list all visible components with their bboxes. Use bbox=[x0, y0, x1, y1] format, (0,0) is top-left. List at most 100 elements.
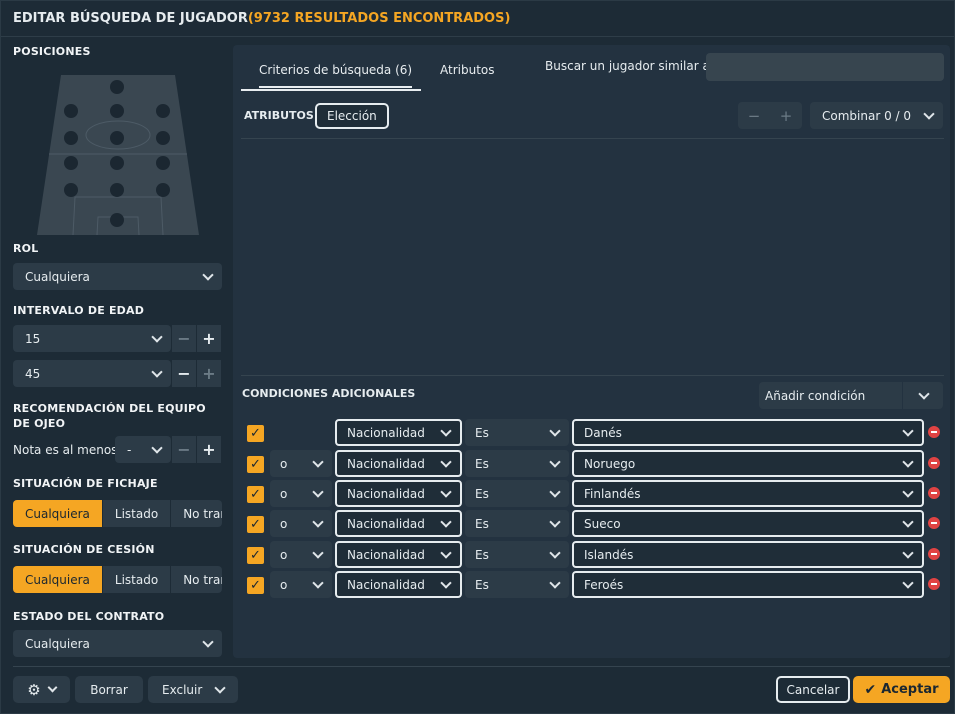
condition-operator-dropdown[interactable]: Es bbox=[465, 510, 569, 537]
add-condition-button[interactable]: Añadir condición bbox=[759, 382, 902, 409]
reset-button[interactable]: Borrar bbox=[75, 676, 143, 703]
remove-condition-icon[interactable] bbox=[928, 548, 940, 560]
remove-condition-icon[interactable] bbox=[928, 487, 940, 499]
condition-field-value: Nacionalidad bbox=[347, 577, 425, 592]
contract-status-dropdown[interactable]: Cualquiera bbox=[13, 630, 222, 657]
transfer-option-not-transferable[interactable]: No transferible bbox=[171, 500, 222, 527]
tab-attributes[interactable]: Atributos bbox=[440, 63, 495, 77]
condition-checkbox[interactable]: ✓ bbox=[247, 486, 264, 503]
rating-dropdown[interactable]: - bbox=[115, 436, 171, 463]
age-max-decrement[interactable]: − bbox=[172, 360, 196, 387]
age-min-row: 15 − + bbox=[13, 325, 222, 352]
chevron-down-icon bbox=[549, 515, 561, 528]
age-min-decrement[interactable]: − bbox=[172, 325, 196, 352]
condition-connector-dropdown[interactable]: o bbox=[270, 450, 332, 477]
condition-checkbox[interactable]: ✓ bbox=[247, 547, 264, 564]
condition-field-dropdown[interactable]: Nacionalidad bbox=[335, 541, 462, 568]
cancel-button[interactable]: Cancelar bbox=[776, 676, 850, 703]
check-icon: ✓ bbox=[250, 487, 261, 502]
role-dropdown[interactable]: Cualquiera bbox=[13, 263, 222, 290]
tab-search-criteria[interactable]: Criterios de búsqueda (6) bbox=[259, 63, 413, 88]
condition-connector-dropdown[interactable]: o bbox=[270, 510, 332, 537]
condition-connector-dropdown[interactable]: o bbox=[270, 480, 332, 507]
condition-field-dropdown[interactable]: Nacionalidad bbox=[335, 419, 462, 446]
condition-checkbox[interactable]: ✓ bbox=[247, 577, 264, 594]
condition-value-dropdown[interactable]: Noruego bbox=[572, 450, 924, 477]
add-condition-menu[interactable] bbox=[903, 382, 943, 409]
transfer-option-listed[interactable]: Listado bbox=[102, 500, 172, 527]
rating-increment[interactable]: + bbox=[197, 436, 221, 463]
condition-checkbox[interactable]: ✓ bbox=[247, 516, 264, 533]
age-min-dropdown[interactable]: 15 bbox=[13, 325, 171, 352]
accept-button[interactable]: ✔ Aceptar bbox=[853, 676, 950, 703]
chevron-down-icon bbox=[440, 515, 452, 528]
condition-operator-value: Es bbox=[475, 516, 489, 531]
loan-option-listed[interactable]: Listado bbox=[102, 566, 172, 593]
condition-value-dropdown[interactable]: Sueco bbox=[572, 510, 924, 537]
loan-option-any[interactable]: Cualquiera bbox=[13, 566, 103, 593]
condition-field-dropdown[interactable]: Nacionalidad bbox=[335, 480, 462, 507]
rating-decrement[interactable]: − bbox=[172, 436, 196, 463]
attributes-title: ATRIBUTOS bbox=[244, 109, 314, 122]
chevron-down-icon bbox=[549, 455, 561, 468]
chevron-down-icon bbox=[440, 485, 452, 498]
age-max-row: 45 − + bbox=[13, 360, 222, 387]
age-min-increment[interactable]: + bbox=[197, 325, 221, 352]
combine-dropdown[interactable]: Combinar 0 / 0 bbox=[810, 102, 943, 129]
condition-field-value: Nacionalidad bbox=[347, 516, 425, 531]
chevron-down-icon bbox=[902, 576, 914, 589]
attribute-increment[interactable]: + bbox=[770, 102, 802, 129]
condition-operator-dropdown[interactable]: Es bbox=[465, 450, 569, 477]
checkmark-icon: ✔ bbox=[864, 681, 877, 698]
loan-option-not-transferable[interactable]: No transferible bbox=[171, 566, 222, 593]
chevron-down-icon bbox=[902, 485, 914, 498]
condition-value-dropdown[interactable]: Islandés bbox=[572, 541, 924, 568]
condition-operator-dropdown[interactable]: Es bbox=[465, 541, 569, 568]
chevron-down-icon bbox=[202, 635, 214, 648]
choice-button[interactable]: Elección bbox=[315, 103, 389, 129]
condition-value-dropdown[interactable]: Feroés bbox=[572, 571, 924, 598]
condition-field-dropdown[interactable]: Nacionalidad bbox=[335, 510, 462, 537]
remove-condition-icon[interactable] bbox=[928, 457, 940, 469]
condition-checkbox[interactable]: ✓ bbox=[247, 425, 264, 442]
remove-condition-icon[interactable] bbox=[928, 517, 940, 529]
condition-connector-value: o bbox=[280, 577, 288, 592]
chevron-down-icon bbox=[312, 455, 324, 468]
condition-value-dropdown[interactable]: Danés bbox=[572, 419, 924, 446]
recommendation-title: RECOMENDACIÓN DEL EQUIPO DE OJEO bbox=[13, 402, 206, 430]
exclude-dropdown[interactable]: Excluir bbox=[148, 676, 238, 703]
chevron-down-icon bbox=[918, 387, 930, 400]
transfer-option-any[interactable]: Cualquiera bbox=[13, 500, 103, 527]
condition-connector-dropdown[interactable]: o bbox=[270, 541, 332, 568]
chevron-down-icon bbox=[902, 546, 914, 559]
condition-connector-value: o bbox=[280, 516, 288, 531]
condition-value-dropdown[interactable]: Finlandés bbox=[572, 480, 924, 507]
condition-operator-dropdown[interactable]: Es bbox=[465, 480, 569, 507]
condition-field-value: Nacionalidad bbox=[347, 547, 425, 562]
pitch-position-picker[interactable] bbox=[35, 71, 201, 237]
remove-condition-icon[interactable] bbox=[928, 426, 940, 438]
condition-field-value: Nacionalidad bbox=[347, 425, 425, 440]
similar-player-input[interactable] bbox=[706, 53, 944, 81]
age-max-dropdown[interactable]: 45 bbox=[13, 360, 171, 387]
condition-checkbox[interactable]: ✓ bbox=[247, 456, 264, 473]
transfer-status-toggle: Cualquiera Listado No transferible bbox=[13, 500, 222, 527]
condition-field-dropdown[interactable]: Nacionalidad bbox=[335, 571, 462, 598]
age-max-increment[interactable]: + bbox=[197, 360, 221, 387]
condition-operator-dropdown[interactable]: Es bbox=[465, 419, 569, 446]
remove-condition-icon[interactable] bbox=[928, 578, 940, 590]
role-title: ROL bbox=[13, 242, 39, 255]
condition-field-dropdown[interactable]: Nacionalidad bbox=[335, 450, 462, 477]
attribute-decrement[interactable]: − bbox=[738, 102, 770, 129]
check-icon: ✓ bbox=[250, 426, 261, 441]
chevron-down-icon bbox=[923, 107, 935, 120]
condition-operator-value: Es bbox=[475, 547, 489, 562]
settings-menu-button[interactable]: ⚙ bbox=[13, 676, 70, 703]
age-max-value: 45 bbox=[25, 366, 41, 381]
chevron-down-icon bbox=[214, 681, 226, 694]
chevron-down-icon bbox=[151, 330, 163, 343]
condition-operator-dropdown[interactable]: Es bbox=[465, 571, 569, 598]
condition-connector-dropdown[interactable]: o bbox=[270, 571, 332, 598]
exclude-label: Excluir bbox=[162, 682, 203, 697]
dialog-title-text: EDITAR BÚSQUEDA DE JUGADOR bbox=[13, 11, 248, 26]
